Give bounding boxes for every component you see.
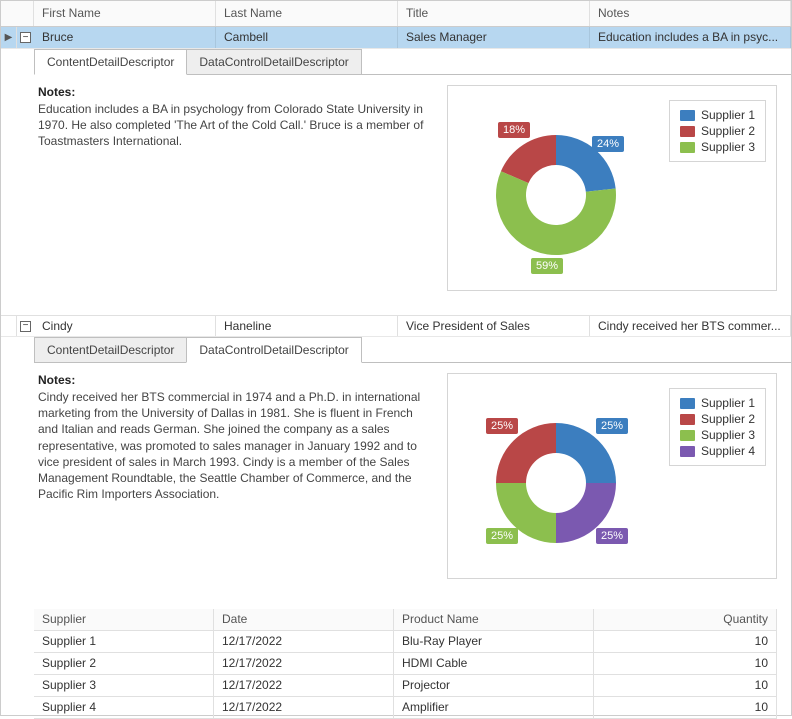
cell-notes[interactable]: Education includes a BA in psyc...	[590, 27, 791, 48]
legend-label: Supplier 3	[701, 140, 755, 154]
legend-label: Supplier 2	[701, 412, 755, 426]
legend-item: Supplier 4	[680, 443, 755, 459]
slice-label: 59%	[531, 258, 563, 274]
sub-cell-date: 12/17/2022	[214, 653, 394, 674]
sub-cell-supplier: Supplier 2	[34, 653, 214, 674]
tabs-filler	[361, 49, 791, 75]
header-spacer	[1, 1, 34, 26]
sub-cell-date: 12/17/2022	[214, 631, 394, 652]
cell-title[interactable]: Sales Manager	[398, 27, 590, 48]
detail-body: Notes: Cindy received her BTS commercial…	[34, 363, 791, 589]
detail-body: Notes: Education includes a BA in psycho…	[34, 75, 791, 301]
cell-last-name[interactable]: Cambell	[216, 27, 398, 48]
sub-cell-supplier: Supplier 1	[34, 631, 214, 652]
legend-swatch-icon	[680, 414, 695, 425]
notes-text: Cindy received her BTS commercial in 197…	[38, 389, 429, 502]
column-header-notes[interactable]: Notes	[590, 1, 791, 26]
sub-cell-qty: 10	[594, 675, 777, 696]
slice-label: 24%	[592, 136, 624, 152]
legend-swatch-icon	[680, 398, 695, 409]
legend-swatch-icon	[680, 446, 695, 457]
tab-datacontrol-detail[interactable]: DataControlDetailDescriptor	[186, 49, 361, 75]
sub-cell-date: 12/17/2022	[214, 675, 394, 696]
tab-content-detail[interactable]: ContentDetailDescriptor	[34, 49, 187, 75]
legend-label: Supplier 1	[701, 396, 755, 410]
grid-row[interactable]: ▶ − Bruce Cambell Sales Manager Educatio…	[1, 27, 791, 49]
sub-grid-header: Supplier Date Product Name Quantity	[34, 609, 777, 631]
row-indicator-icon	[1, 316, 17, 336]
detail-panel: ContentDetailDescriptor DataControlDetai…	[1, 49, 791, 315]
row-indicator-icon: ▶	[1, 27, 17, 48]
notes-label: Notes:	[38, 373, 75, 387]
legend-label: Supplier 4	[701, 444, 755, 458]
sub-cell-supplier: Supplier 4	[34, 697, 214, 718]
notes-block: Notes: Education includes a BA in psycho…	[38, 85, 429, 291]
cell-title[interactable]: Vice President of Sales	[398, 316, 590, 336]
notes-text: Education includes a BA in psychology fr…	[38, 101, 429, 150]
slice-label: 25%	[486, 528, 518, 544]
grid-header: First Name Last Name Title Notes	[1, 1, 791, 27]
legend-label: Supplier 3	[701, 428, 755, 442]
column-header-first-name[interactable]: First Name	[34, 1, 216, 26]
donut-chart: 25% 25% 25% 25% Supplier 1 Supplier 2 Su…	[447, 373, 777, 579]
legend-label: Supplier 2	[701, 124, 755, 138]
tabs-filler	[361, 337, 791, 363]
tab-content-detail[interactable]: ContentDetailDescriptor	[34, 337, 187, 363]
sub-cell-product: Amplifier	[394, 697, 594, 718]
minus-icon: −	[20, 321, 31, 332]
legend-item: Supplier 3	[680, 139, 755, 155]
sub-cell-qty: 10	[594, 631, 777, 652]
tab-datacontrol-detail[interactable]: DataControlDetailDescriptor	[186, 337, 361, 363]
legend-item: Supplier 2	[680, 123, 755, 139]
notes-label: Notes:	[38, 85, 75, 99]
donut-chart-canvas: 24% 18% 59%	[456, 100, 656, 280]
minus-icon: −	[20, 32, 31, 43]
donut-chart-canvas: 25% 25% 25% 25%	[456, 388, 656, 568]
sub-cell-product: Projector	[394, 675, 594, 696]
cell-first-name[interactable]: Cindy	[34, 316, 216, 336]
detail-tabs: ContentDetailDescriptor DataControlDetai…	[34, 49, 791, 75]
cell-first-name[interactable]: Bruce	[34, 27, 216, 48]
sub-cell-qty: 10	[594, 697, 777, 718]
legend-item: Supplier 1	[680, 395, 755, 411]
sub-grid-row[interactable]: Supplier 1 12/17/2022 Blu-Ray Player 10	[34, 631, 777, 653]
chart-legend: Supplier 1 Supplier 2 Supplier 3	[669, 100, 766, 162]
sub-cell-date: 12/17/2022	[214, 697, 394, 718]
legend-item: Supplier 2	[680, 411, 755, 427]
legend-swatch-icon	[680, 430, 695, 441]
legend-label: Supplier 1	[701, 108, 755, 122]
cell-notes[interactable]: Cindy received her BTS commer...	[590, 316, 791, 336]
slice-label: 18%	[498, 122, 530, 138]
column-header-last-name[interactable]: Last Name	[216, 1, 398, 26]
chart-legend: Supplier 1 Supplier 2 Supplier 3 Supplie…	[669, 388, 766, 466]
sub-cell-supplier: Supplier 3	[34, 675, 214, 696]
sub-grid-row[interactable]: Supplier 3 12/17/2022 Projector 10	[34, 675, 777, 697]
legend-swatch-icon	[680, 110, 695, 121]
cell-last-name[interactable]: Haneline	[216, 316, 398, 336]
notes-block: Notes: Cindy received her BTS commercial…	[38, 373, 429, 579]
sub-cell-qty: 10	[594, 653, 777, 674]
legend-swatch-icon	[680, 142, 695, 153]
detail-sub-grid: Supplier Date Product Name Quantity Supp…	[34, 609, 777, 719]
legend-item: Supplier 1	[680, 107, 755, 123]
row-expand-toggle[interactable]: −	[17, 27, 34, 48]
sub-column-product[interactable]: Product Name	[394, 609, 594, 630]
sub-cell-product: Blu-Ray Player	[394, 631, 594, 652]
detail-tabs: ContentDetailDescriptor DataControlDetai…	[34, 337, 791, 363]
sub-column-supplier[interactable]: Supplier	[34, 609, 214, 630]
column-header-title[interactable]: Title	[398, 1, 590, 26]
sub-column-date[interactable]: Date	[214, 609, 394, 630]
legend-swatch-icon	[680, 126, 695, 137]
row-expand-toggle[interactable]: −	[17, 316, 34, 336]
slice-label: 25%	[596, 528, 628, 544]
sub-cell-product: HDMI Cable	[394, 653, 594, 674]
grid-row[interactable]: − Cindy Haneline Vice President of Sales…	[1, 315, 791, 337]
slice-label: 25%	[486, 418, 518, 434]
donut-chart: 24% 18% 59% Supplier 1 Supplier 2 Suppli…	[447, 85, 777, 291]
sub-column-quantity[interactable]: Quantity	[594, 609, 777, 630]
sub-grid-row[interactable]: Supplier 2 12/17/2022 HDMI Cable 10	[34, 653, 777, 675]
legend-item: Supplier 3	[680, 427, 755, 443]
slice-label: 25%	[596, 418, 628, 434]
detail-panel: ContentDetailDescriptor DataControlDetai…	[1, 337, 791, 603]
